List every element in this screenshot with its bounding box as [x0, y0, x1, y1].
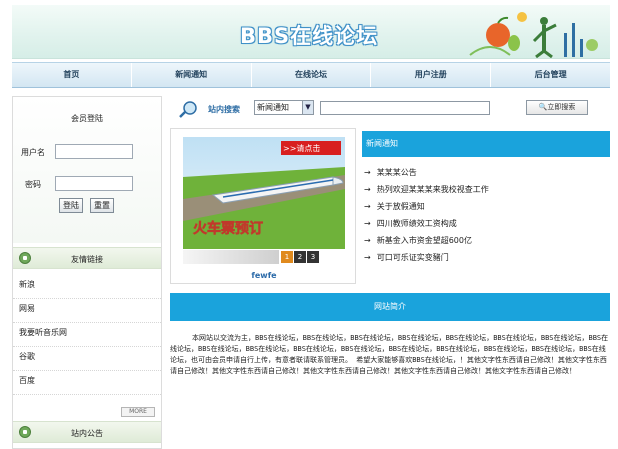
- login-title: 会员登陆: [71, 114, 103, 123]
- nav-item-register[interactable]: 用户注册: [371, 63, 492, 87]
- train-photo[interactable]: >>请点击 火车票预订: [183, 137, 345, 249]
- links-title: 友情链接: [71, 255, 103, 264]
- friend-link-baidu[interactable]: 百度: [13, 371, 161, 395]
- search-button-label: 立即搜索: [547, 103, 576, 111]
- friend-link-sina[interactable]: 新浪: [13, 275, 161, 299]
- nav-item-forum[interactable]: 在线论坛: [252, 63, 372, 87]
- banner-decoration-icon: [469, 12, 598, 58]
- news-item-text: 四川教师绩效工资构成: [376, 219, 457, 228]
- intro-text: 本网站以交流为主，BBS在线论坛，BBS在线论坛，BBS在线论坛，BBS在线论坛…: [170, 334, 609, 375]
- slide-page-2[interactable]: 2: [294, 251, 306, 263]
- nav-item-news[interactable]: 新闻通知: [132, 63, 252, 87]
- chevron-down-icon: ▼: [302, 101, 313, 114]
- search-input[interactable]: [320, 101, 490, 115]
- search-label: 站内搜索: [208, 105, 240, 114]
- links-header: 友情链接: [13, 247, 161, 269]
- main-nav: 首页 新闻通知 在线论坛 用户注册 后台管理: [12, 62, 610, 88]
- site-search: 站内搜索 新闻通知 ▼ 🔍立即搜索: [170, 96, 610, 122]
- news-item-text: 新基金入市资金望超600亿: [376, 236, 472, 245]
- search-button[interactable]: 🔍立即搜索: [526, 100, 588, 115]
- notice-header: 站内公告: [13, 421, 161, 443]
- slide-tag-text: >>请点击: [283, 143, 320, 153]
- slide-page-1[interactable]: 1: [281, 251, 293, 263]
- arrow-right-icon: →: [364, 202, 371, 211]
- sidebar: 会员登陆 用户名 密码 登陆 重置 友情链接 新浪 网易 我要听音乐网 谷歌 百…: [12, 96, 162, 449]
- friend-links-list: 新浪 网易 我要听音乐网 谷歌 百度: [13, 275, 161, 395]
- friend-link-google[interactable]: 谷歌: [13, 347, 161, 371]
- image-slideshow: >>请点击 火车票预订 1 2 3 fewfe: [170, 128, 356, 284]
- slide-thumbnail-strip: [183, 250, 279, 264]
- news-item-text: 可口可乐证实变豬门: [376, 253, 449, 262]
- news-item[interactable]: → 新基金入市资金望超600亿: [362, 232, 610, 249]
- news-item[interactable]: → 热列欢迎某某某来我校视查工作: [362, 181, 610, 198]
- username-input[interactable]: [55, 144, 133, 159]
- search-category-value: 新闻通知: [257, 103, 289, 112]
- login-panel: 会员登陆 用户名 密码 登陆 重置: [13, 97, 161, 243]
- reset-button[interactable]: 重置: [90, 198, 114, 213]
- arrow-right-icon: →: [364, 219, 371, 228]
- news-item[interactable]: → 可口可乐证实变豬门: [362, 249, 610, 266]
- slide-page-3[interactable]: 3: [307, 251, 319, 263]
- arrow-right-icon: →: [364, 168, 371, 177]
- friend-link-music[interactable]: 我要听音乐网: [13, 323, 161, 347]
- arrow-right-icon: →: [364, 185, 371, 194]
- slide-pager: 1 2 3: [281, 251, 320, 263]
- arrow-right-icon: →: [364, 253, 371, 262]
- site-title: BBS在线论坛: [240, 24, 379, 48]
- news-panel: 新闻通知 → 某某某公告 → 热列欢迎某某某来我校视查工作 → 关于放假通知 → 四川教…: [362, 128, 610, 284]
- links-more-button[interactable]: MORE: [121, 407, 155, 417]
- news-item[interactable]: → 关于放假通知: [362, 198, 610, 215]
- arrow-right-icon: →: [364, 236, 371, 245]
- nav-item-admin[interactable]: 后台管理: [491, 63, 610, 87]
- password-input[interactable]: [55, 176, 133, 191]
- search-icon: [179, 101, 197, 118]
- slide-banner-text: 火车票预订: [193, 220, 263, 237]
- slide-caption[interactable]: fewfe: [171, 271, 357, 280]
- news-item-text: 热列欢迎某某某来我校视查工作: [376, 185, 489, 194]
- login-button[interactable]: 登陆: [59, 198, 83, 213]
- search-category-select[interactable]: 新闻通知 ▼: [254, 100, 314, 115]
- news-item[interactable]: → 四川教师绩效工资构成: [362, 215, 610, 232]
- news-item-text: 关于放假通知: [376, 202, 425, 211]
- username-label: 用户名: [21, 148, 45, 157]
- intro-title: 网站简介: [170, 293, 610, 321]
- news-item-text: 某某某公告: [376, 168, 417, 177]
- news-title: 新闻通知: [362, 131, 610, 157]
- password-label: 密码: [25, 180, 41, 189]
- nav-item-home[interactable]: 首页: [12, 63, 132, 87]
- notice-title: 站内公告: [71, 429, 103, 438]
- header-banner: BBS在线论坛: [12, 5, 610, 59]
- friend-link-163[interactable]: 网易: [13, 299, 161, 323]
- news-list: → 某某某公告 → 热列欢迎某某某来我校视查工作 → 关于放假通知 → 四川教师绩效工资…: [362, 164, 610, 266]
- news-item[interactable]: → 某某某公告: [362, 164, 610, 181]
